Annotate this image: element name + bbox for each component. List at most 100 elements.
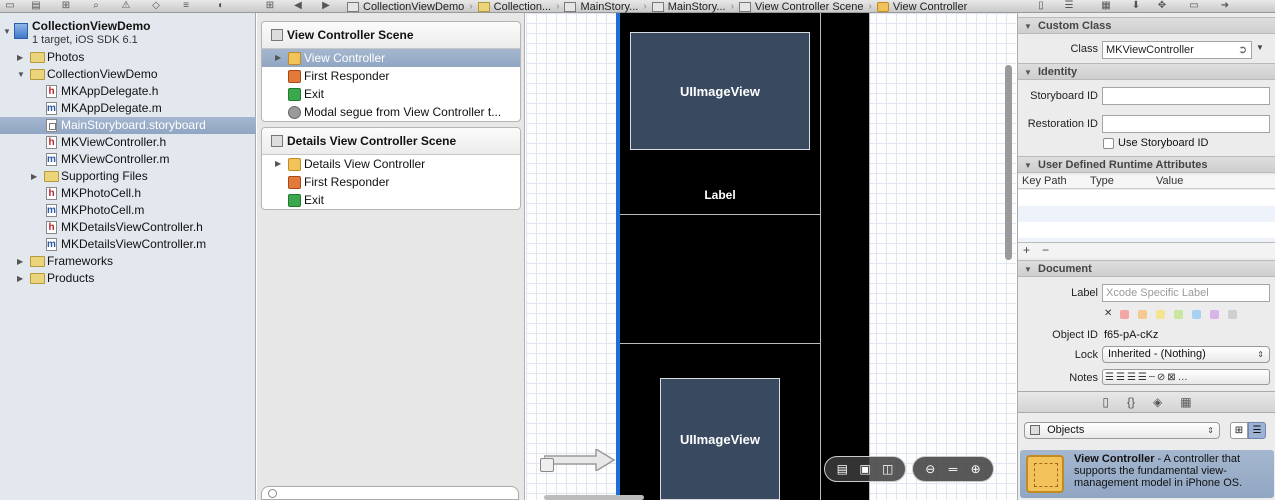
nav-item-detailsvc-h[interactable]: h MKDetailsViewController.h (0, 219, 256, 236)
disclosure-closed-icon[interactable]: ▶ (17, 253, 23, 270)
section-custom-class[interactable]: ▼ Custom Class (1018, 17, 1275, 34)
debug-icon[interactable]: ≡ (180, 0, 192, 11)
nav-item-appdelegate-h[interactable]: h MKAppDelegate.h (0, 83, 256, 100)
nav-item-collectionviewdemo[interactable]: ▼ CollectionViewDemo (0, 66, 256, 83)
disclosure-open-icon[interactable]: ▼ (1024, 18, 1032, 35)
size-inspector-icon[interactable]: ✥ (1156, 0, 1168, 11)
chevron-down-icon[interactable]: ▼ (1256, 43, 1264, 52)
outline-item-exit-2[interactable]: Exit (262, 191, 520, 209)
scene-header[interactable]: Details View Controller Scene (262, 128, 520, 155)
color-orange-icon[interactable] (1138, 310, 1147, 319)
forward-arrow-icon[interactable]: ▶ (320, 0, 332, 11)
strike-icon[interactable]: ⊠ (1167, 372, 1175, 383)
doc-label-field[interactable]: Xcode Specific Label (1102, 284, 1270, 302)
disclosure-closed-icon[interactable]: ▶ (275, 155, 281, 173)
entry-point-arrow-icon[interactable] (544, 449, 616, 471)
back-arrow-icon[interactable]: ◀ (292, 0, 304, 11)
attributes-inspector-icon[interactable]: ⬇ (1130, 0, 1142, 11)
disclosure-closed-icon[interactable]: ▶ (17, 49, 23, 66)
jump-group[interactable]: Collection... (475, 1, 554, 13)
storyboard-canvas[interactable]: UIImageView Label UIImageView ▤ ▣ ◫ ⊖ ═ … (526, 13, 1016, 500)
disclosure-open-icon[interactable]: ▼ (17, 66, 25, 83)
disclosure-open-icon[interactable]: ▼ (1024, 261, 1032, 278)
color-red-icon[interactable] (1120, 310, 1129, 319)
code-snippet-icon[interactable]: {} (1127, 395, 1135, 409)
color-green-icon[interactable] (1174, 310, 1183, 319)
more-icon[interactable]: … (1178, 372, 1188, 383)
jump-file[interactable]: MainStory... (561, 1, 641, 13)
connections-inspector-icon[interactable]: ➜ (1219, 0, 1231, 11)
disclosure-closed-icon[interactable]: ▶ (275, 49, 281, 67)
align-center-icon[interactable]: ☰ (1116, 372, 1125, 383)
color-purple-icon[interactable] (1210, 310, 1219, 319)
file-template-icon[interactable]: ▯ (1102, 395, 1109, 409)
column-type[interactable]: Type (1090, 175, 1114, 187)
section-identity[interactable]: ▼ Identity (1018, 63, 1275, 80)
remove-button[interactable]: − (1042, 243, 1049, 257)
color-gray-icon[interactable] (1228, 310, 1237, 319)
nav-item-viewcontroller-m[interactable]: m MKViewController.m (0, 151, 256, 168)
storyboard-id-field[interactable] (1102, 87, 1270, 105)
use-storyboard-id-checkbox[interactable] (1103, 138, 1114, 149)
restoration-id-field[interactable] (1102, 115, 1270, 133)
align-left-icon[interactable]: ☰ (1105, 372, 1114, 383)
library-item-view-controller[interactable]: View Controller - A controller that supp… (1020, 450, 1274, 498)
grid-view-icon[interactable]: ⊞ (1230, 422, 1248, 439)
runtime-table-body[interactable] (1018, 190, 1275, 242)
clear-color-icon[interactable]: ✕ (1104, 308, 1112, 319)
media-library-icon[interactable]: ▦ (1180, 395, 1191, 409)
color-yellow-icon[interactable] (1156, 310, 1165, 319)
class-field[interactable]: MKViewController (1102, 41, 1252, 59)
outline-item-first-responder-2[interactable]: First Responder (262, 173, 520, 191)
spacing-icon[interactable]: ┄ (1149, 372, 1155, 383)
jump-scene[interactable]: View Controller Scene (736, 1, 867, 13)
lock-popup[interactable]: Inherited - (Nothing) ⇕ (1102, 346, 1270, 363)
pin-icon[interactable]: ▣ (855, 462, 875, 476)
search-icon[interactable]: ⌕ (90, 0, 102, 11)
symbol-icon[interactable]: ▤ (30, 0, 42, 11)
align-icon[interactable]: ▤ (832, 462, 852, 476)
identity-inspector-icon[interactable]: ▦ (1100, 0, 1112, 11)
zoom-in-icon[interactable]: ⊕ (966, 462, 986, 476)
horizontal-scrollbar[interactable] (544, 495, 644, 500)
zoom-actual-icon[interactable]: ═ (943, 462, 963, 476)
nav-item-products[interactable]: ▶ Products (0, 270, 256, 287)
arrow-circle-icon[interactable]: ➲ (1238, 43, 1247, 56)
nav-item-frameworks[interactable]: ▶ Frameworks (0, 253, 256, 270)
disclosure-closed-icon[interactable]: ▶ (17, 270, 23, 287)
folder-icon[interactable]: ▭ (4, 0, 16, 11)
outline-filter-field[interactable] (261, 486, 519, 500)
nav-item-mainstoryboard[interactable]: MainStoryboard.storyboard (0, 117, 256, 134)
object-library-icon[interactable]: ◈ (1153, 395, 1162, 409)
related-items-icon[interactable]: ⊞ (264, 0, 276, 11)
file-inspector-icon[interactable]: ▯ (1035, 0, 1047, 11)
nav-item-viewcontroller-h[interactable]: h MKViewController.h (0, 134, 256, 151)
vertical-scrollbar[interactable] (1005, 65, 1012, 260)
outline-item-exit[interactable]: Exit (262, 85, 520, 103)
hierarchy-icon[interactable]: ⊞ (60, 0, 72, 11)
column-keypath[interactable]: Key Path (1022, 175, 1067, 187)
list-view-icon[interactable]: ☰ (1248, 422, 1266, 439)
test-icon[interactable]: ◇ (150, 0, 162, 11)
zoom-fit-icon[interactable] (540, 458, 554, 472)
add-button[interactable]: + (1023, 243, 1030, 257)
breakpoint-icon[interactable]: ◐ (215, 0, 227, 11)
nav-item-appdelegate-m[interactable]: m MKAppDelegate.m (0, 100, 256, 117)
nav-item-photocell-m[interactable]: m MKPhotoCell.m (0, 202, 256, 219)
column-value[interactable]: Value (1156, 175, 1183, 187)
nav-item-photos[interactable]: ▶ Photos (0, 49, 256, 66)
justify-icon[interactable]: ☰ (1138, 372, 1147, 383)
zoom-out-icon[interactable]: ⊖ (920, 462, 940, 476)
disclosure-closed-icon[interactable]: ▶ (31, 168, 37, 185)
issue-icon[interactable]: ⚠ (120, 0, 132, 11)
jump-controller[interactable]: View Controller (874, 1, 970, 13)
image-view-cell-2[interactable]: UIImageView (660, 378, 780, 500)
scene-header[interactable]: View Controller Scene (262, 22, 520, 49)
cell-label[interactable]: Label (630, 188, 810, 202)
align-right-icon[interactable]: ☰ (1127, 372, 1136, 383)
ruler-icon[interactable]: ▭ (1188, 0, 1200, 11)
nav-item-detailsvc-m[interactable]: m MKDetailsViewController.m (0, 236, 256, 253)
nav-item-supporting-files[interactable]: ▶ Supporting Files (0, 168, 256, 185)
disclosure-open-icon[interactable]: ▼ (1024, 64, 1032, 81)
outline-item-view-controller[interactable]: ▶ View Controller (262, 49, 520, 67)
